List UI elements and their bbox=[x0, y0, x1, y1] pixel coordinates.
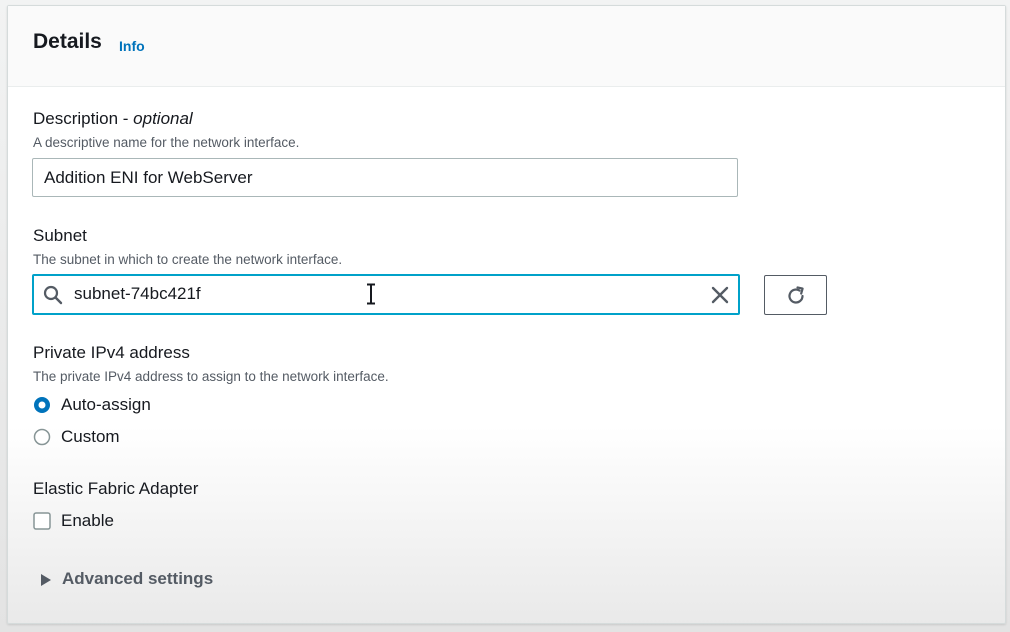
refresh-icon bbox=[788, 286, 804, 304]
subnet-label: Subnet bbox=[33, 226, 87, 245]
details-panel: Details Info Description - optional A de… bbox=[7, 5, 1006, 624]
panel-header: Details Info bbox=[8, 6, 1005, 87]
radio-custom-label: Custom bbox=[61, 427, 120, 446]
private-ip-label: Private IPv4 address bbox=[33, 343, 190, 362]
caret-right-icon bbox=[41, 574, 51, 586]
refresh-button[interactable] bbox=[764, 275, 827, 315]
advanced-settings-label: Advanced settings bbox=[62, 569, 214, 588]
description-input-value: Addition ENI for WebServer bbox=[44, 168, 253, 187]
description-label: Description - optional bbox=[33, 109, 193, 129]
text-cursor-icon bbox=[367, 283, 375, 305]
clear-icon[interactable] bbox=[710, 285, 730, 305]
search-icon bbox=[43, 285, 63, 305]
description-label-text: Description - bbox=[33, 109, 129, 128]
radio-auto-assign-label: Auto-assign bbox=[61, 395, 151, 414]
description-optional-text: optional bbox=[133, 109, 193, 128]
radio-selected-icon bbox=[34, 397, 50, 413]
efa-enable-label: Enable bbox=[61, 511, 114, 530]
checkbox-icon bbox=[33, 512, 51, 530]
panel-title: Details bbox=[33, 30, 102, 53]
efa-label: Elastic Fabric Adapter bbox=[33, 479, 199, 498]
description-input[interactable]: Addition ENI for WebServer bbox=[32, 158, 738, 197]
subnet-help: The subnet in which to create the networ… bbox=[33, 252, 343, 267]
radio-unselected-icon bbox=[33, 428, 51, 446]
info-link[interactable]: Info bbox=[119, 38, 145, 54]
subnet-search-input[interactable]: subnet-74bc421f bbox=[32, 274, 740, 315]
private-ip-help: The private IPv4 address to assign to th… bbox=[33, 369, 389, 384]
subnet-search-value: subnet-74bc421f bbox=[74, 284, 201, 303]
description-help: A descriptive name for the network inter… bbox=[33, 135, 300, 150]
